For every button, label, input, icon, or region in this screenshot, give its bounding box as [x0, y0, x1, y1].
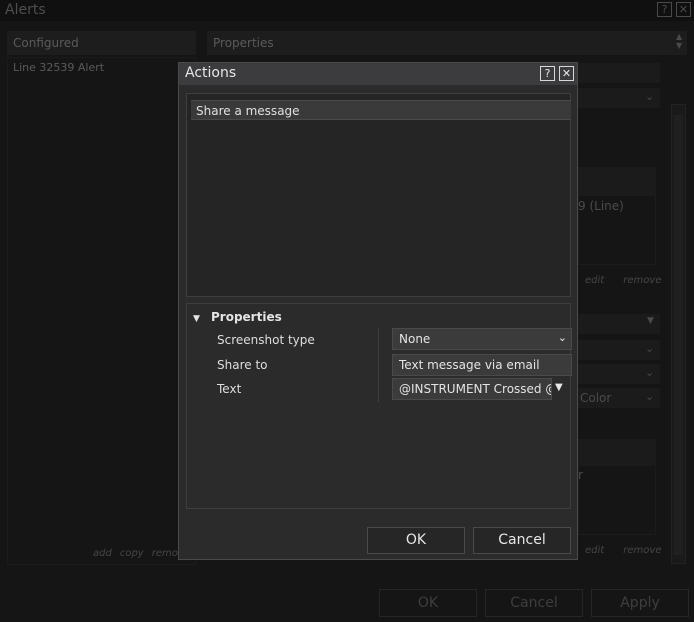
alerts-apply-button[interactable]: Apply	[591, 589, 689, 617]
alerts-help-icon[interactable]: ?	[657, 2, 672, 17]
actions-list: Share a message	[186, 93, 571, 297]
configured-list	[7, 57, 196, 565]
chevron-down-icon: ⌄	[645, 342, 655, 355]
alerts-title: Alerts	[5, 2, 46, 18]
chevron-down-icon: ⌄	[645, 90, 655, 103]
bg-field	[578, 63, 660, 83]
list-item[interactable]: Share a message	[191, 100, 571, 120]
edit-link[interactable]: edit	[585, 545, 604, 556]
actions-dialog: Actions ? ✕ Share a message ▼ Properties …	[178, 62, 578, 560]
cancel-button[interactable]: Cancel	[473, 527, 571, 554]
chevron-down-icon: ⌄	[557, 331, 567, 344]
chevron-down-icon: ⌄	[645, 366, 655, 379]
bg-color-label: Color	[580, 391, 612, 405]
bg-edit-remove: edit remove	[585, 275, 661, 286]
actions-dialog-title: Actions	[185, 65, 237, 81]
properties-scroll-arrows-icon[interactable]: ▲ ▼	[676, 32, 682, 50]
edit-link[interactable]: edit	[585, 275, 604, 286]
alerts-ok-button[interactable]: OK	[379, 589, 477, 617]
screenshot-type-select[interactable]: None ⌄	[392, 328, 572, 350]
properties-scrollbar-thumb[interactable]	[674, 115, 683, 555]
list-item[interactable]: Line 32539 Alert	[7, 58, 196, 78]
actions-title-bar: Actions ? ✕	[179, 63, 577, 85]
properties-header-label: Properties	[211, 310, 282, 324]
properties-panel: ▼ Properties Screenshot type None ⌄ Share…	[186, 303, 572, 509]
property-divider	[378, 328, 379, 402]
ok-button[interactable]: OK	[367, 527, 465, 554]
bg-field	[578, 167, 656, 195]
screenshot-type-value: None	[399, 332, 431, 346]
bg-field	[578, 439, 656, 465]
bg-actions-box	[578, 465, 656, 535]
remove-link[interactable]: remove	[623, 545, 661, 556]
copy-link[interactable]: copy	[120, 548, 144, 559]
properties-header: Properties	[207, 31, 687, 55]
chevron-down-icon: ⌄	[645, 390, 655, 403]
bg-r-label: r	[578, 468, 583, 482]
caret-down-icon: ▼	[193, 314, 200, 324]
dropdown-arrow-icon[interactable]: ▼	[555, 382, 563, 393]
properties-toggle[interactable]: ▼ Properties	[193, 310, 282, 324]
share-to-label: Share to	[217, 358, 268, 372]
screenshot-type-label: Screenshot type	[217, 333, 315, 347]
text-field[interactable]: @INSTRUMENT Crossed @	[392, 378, 552, 400]
alerts-close-icon[interactable]: ✕	[676, 2, 691, 17]
help-icon[interactable]: ?	[540, 66, 555, 81]
configured-list-actions: add copy remo	[93, 548, 186, 559]
remove-link[interactable]: remo	[152, 548, 178, 559]
text-label: Text	[217, 382, 242, 396]
share-to-field[interactable]: Text message via email	[392, 354, 572, 376]
remove-link[interactable]: remove	[623, 275, 661, 286]
dropdown-arrow-icon: ▼	[647, 316, 654, 326]
alerts-cancel-button[interactable]: Cancel	[485, 589, 583, 617]
close-icon[interactable]: ✕	[559, 66, 574, 81]
bg-line-label: 9 (Line)	[578, 199, 624, 213]
bg-edit-remove: edit remove	[585, 545, 661, 556]
add-link[interactable]: add	[93, 548, 112, 559]
configured-header: Configured	[7, 31, 196, 55]
alerts-title-bar: Alerts ? ✕	[0, 0, 694, 21]
